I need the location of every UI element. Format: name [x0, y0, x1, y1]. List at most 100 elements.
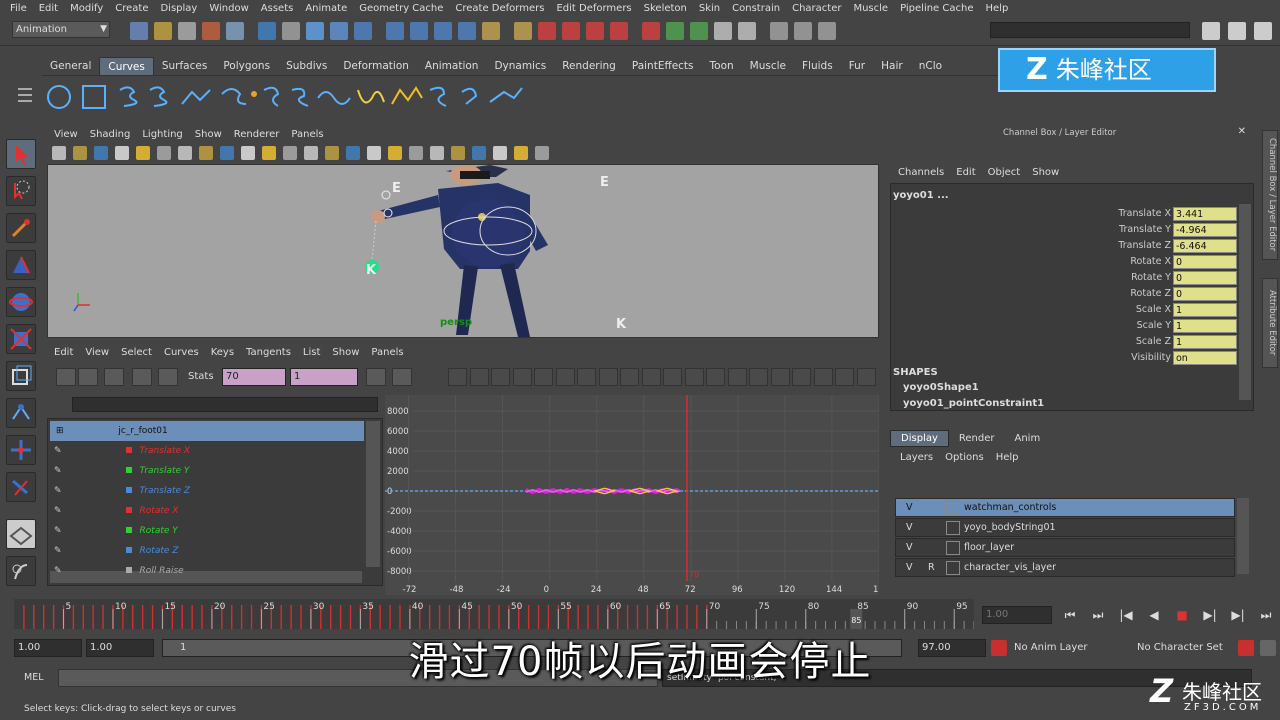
outliner-channel[interactable]: ✎ Translate Y — [48, 461, 364, 481]
menu-edit-deformers[interactable]: Edit Deformers — [550, 0, 637, 17]
shelf-tab-fur[interactable]: Fur — [841, 57, 873, 75]
viewport-menu-panels[interactable]: Panels — [285, 129, 329, 140]
layout-graph-icon[interactable] — [6, 556, 36, 586]
show-manip-icon[interactable] — [6, 435, 36, 465]
channel-attr-value[interactable]: 3.441 — [1173, 206, 1237, 221]
viewport-tool-icon[interactable] — [430, 146, 444, 160]
menu-help[interactable]: Help — [980, 0, 1015, 17]
tangent-tool-icon[interactable] — [706, 368, 725, 386]
status-tool-icon[interactable] — [482, 22, 500, 40]
move-tool-icon[interactable] — [6, 250, 36, 280]
channel-menu-edit[interactable]: Edit — [950, 167, 981, 178]
status-tool-icon[interactable] — [690, 22, 708, 40]
graph-menu-select[interactable]: Select — [115, 347, 158, 358]
tab-attribute-editor[interactable]: Attribute Editor — [1262, 278, 1278, 368]
menu-constrain[interactable]: Constrain — [726, 0, 786, 17]
menu-muscle[interactable]: Muscle — [847, 0, 894, 17]
layer-visibility[interactable]: V — [906, 539, 913, 556]
graph-menu-keys[interactable]: Keys — [205, 347, 240, 358]
graph-tool-icon[interactable] — [132, 368, 152, 386]
graph-tool-icon[interactable] — [56, 368, 76, 386]
graph-tool-icon[interactable] — [392, 368, 412, 386]
shelf-tab-polygons[interactable]: Polygons — [215, 57, 278, 75]
tangent-tool-icon[interactable] — [534, 368, 553, 386]
outliner-channel[interactable]: ✎ Roll Raise — [48, 561, 364, 581]
select-tool-icon[interactable] — [6, 139, 36, 169]
status-tool-icon[interactable] — [770, 22, 788, 40]
rotate-tool-icon[interactable] — [6, 287, 36, 317]
menu-modify[interactable]: Modify — [64, 0, 109, 17]
graph-menu-edit[interactable]: Edit — [48, 347, 79, 358]
outliner-channel[interactable]: ✎ Translate Z — [48, 481, 364, 501]
curve-tool-icons[interactable] — [42, 76, 542, 120]
channel-attr-value[interactable]: 0 — [1173, 254, 1237, 269]
shelf-tab-fluids[interactable]: Fluids — [794, 57, 841, 75]
channel-attr-value[interactable]: 0 — [1173, 270, 1237, 285]
status-tool-icon[interactable] — [258, 22, 276, 40]
show-channel-box-icon[interactable] — [1202, 22, 1220, 40]
status-tool-icon[interactable] — [818, 22, 836, 40]
lasso-tool-icon[interactable] — [6, 176, 36, 206]
layer-menu-help[interactable]: Help — [990, 452, 1025, 463]
layer-playback[interactable]: R — [928, 559, 935, 576]
status-tool-icon[interactable] — [666, 22, 684, 40]
shelf-tab-painteffects[interactable]: PaintEffects — [624, 57, 702, 75]
viewport-tool-icon[interactable] — [73, 146, 87, 160]
layer-color-swatch[interactable] — [946, 521, 960, 535]
shelf-tab-curves[interactable]: Curves — [99, 56, 154, 76]
tab-channel-box[interactable]: Channel Box / Layer Editor — [1262, 130, 1278, 260]
viewport-tool-icon[interactable] — [262, 146, 276, 160]
go-to-start-icon[interactable]: ⏮ — [1062, 607, 1078, 623]
viewport-tool-icon[interactable] — [178, 146, 192, 160]
layer-tab-render[interactable]: Render — [949, 431, 1005, 446]
shelf-tab-surfaces[interactable]: Surfaces — [154, 57, 215, 75]
channel-menu-object[interactable]: Object — [982, 167, 1027, 178]
viewport-menu-lighting[interactable]: Lighting — [136, 129, 188, 140]
menu-pipeline-cache[interactable]: Pipeline Cache — [894, 0, 979, 17]
shelf-tab-nclo[interactable]: nClo — [911, 57, 950, 75]
viewport-tool-icon[interactable] — [472, 146, 486, 160]
menu-create-deformers[interactable]: Create Deformers — [449, 0, 550, 17]
channel-menu-channels[interactable]: Channels — [892, 167, 950, 178]
time-slider[interactable]: 5 10 15 20 25 30 35 40 45 50 55 60 65 70 75 80 85 90 95 85 — [14, 599, 975, 629]
status-tool-icon[interactable] — [458, 22, 476, 40]
tangent-tool-icon[interactable] — [577, 368, 596, 386]
stop-icon[interactable]: ■ — [1174, 607, 1190, 623]
menu-skeleton[interactable]: Skeleton — [638, 0, 693, 17]
status-tool-icon[interactable] — [202, 22, 220, 40]
status-tool-icon[interactable] — [738, 22, 756, 40]
shelf-tab-subdivs[interactable]: Subdivs — [278, 57, 335, 75]
viewport-tool-icon[interactable] — [346, 146, 360, 160]
status-tool-icon[interactable] — [562, 22, 580, 40]
viewport-tool-icon[interactable] — [304, 146, 318, 160]
graph-menu-panels[interactable]: Panels — [365, 347, 409, 358]
graph-menu-curves[interactable]: Curves — [158, 347, 205, 358]
viewport-tool-icon[interactable] — [115, 146, 129, 160]
viewport-tool-icon[interactable] — [199, 146, 213, 160]
outliner-channel[interactable]: ✎ Rotate X — [48, 501, 364, 521]
status-tool-icon[interactable] — [410, 22, 428, 40]
viewport-tool-icon[interactable] — [409, 146, 423, 160]
menu-skin[interactable]: Skin — [693, 0, 726, 17]
layer-row[interactable]: V Rcharacter_vis_layer — [895, 558, 1235, 577]
viewport-menu-shading[interactable]: Shading — [84, 129, 137, 140]
outliner-scrollbar[interactable] — [366, 421, 380, 567]
graph-tool-icon[interactable] — [158, 368, 178, 386]
status-tool-icon[interactable] — [154, 22, 172, 40]
status-tool-icon[interactable] — [386, 22, 404, 40]
step-back-frame-icon[interactable]: |◀ — [1118, 607, 1134, 623]
mode-selector[interactable]: Animation ▼ — [12, 21, 110, 38]
status-tool-icon[interactable] — [610, 22, 628, 40]
tangent-tool-icon[interactable] — [770, 368, 790, 386]
shelf-tab-toon[interactable]: Toon — [702, 57, 742, 75]
viewport-tool-icon[interactable] — [52, 146, 66, 160]
graph-tool-icon[interactable] — [78, 368, 98, 386]
tangent-tool-icon[interactable] — [792, 368, 811, 386]
channel-attr-row[interactable]: Scale X1 — [1091, 302, 1237, 317]
graph-menu-show[interactable]: Show — [326, 347, 365, 358]
channel-attr-value[interactable]: -4.964 — [1173, 222, 1237, 237]
shelf-tab-general[interactable]: General — [42, 57, 99, 75]
status-tool-icon[interactable] — [586, 22, 604, 40]
layer-menu-options[interactable]: Options — [939, 452, 990, 463]
stats-field-1[interactable]: 70 — [222, 368, 286, 386]
